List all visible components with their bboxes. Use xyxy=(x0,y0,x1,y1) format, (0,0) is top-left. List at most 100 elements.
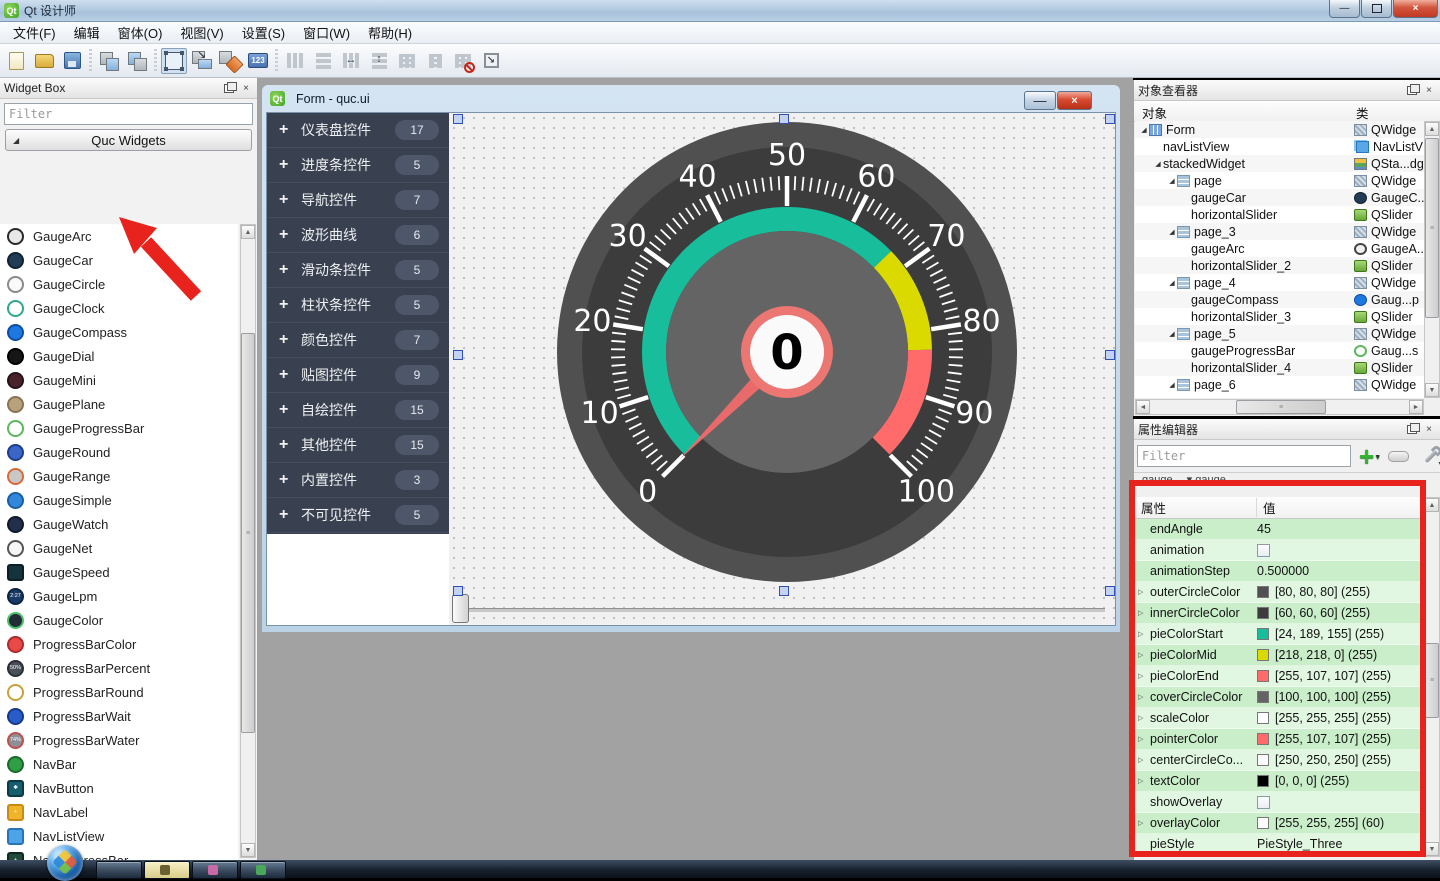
checkbox-unchecked[interactable] xyxy=(1257,544,1270,557)
taskbar-button-1[interactable] xyxy=(96,861,142,879)
property-row-pieColorEnd[interactable]: ▷pieColorEnd[255, 107, 107] (255) xyxy=(1135,666,1424,687)
expander-icon[interactable]: ▷ xyxy=(1135,819,1150,827)
tree-row-gaugecompass[interactable]: gaugeCompassGaug...p xyxy=(1135,291,1424,308)
selection-handle[interactable] xyxy=(1105,586,1115,596)
tree-row-page[interactable]: ◢pageQWidge xyxy=(1135,172,1424,189)
property-row-scaleColor[interactable]: ▷scaleColor[255, 255, 255] (255) xyxy=(1135,708,1424,729)
tree-row-horizontalslider_3[interactable]: horizontalSlider_3QSlider xyxy=(1135,308,1424,325)
expander-icon[interactable]: ◢ xyxy=(1153,160,1163,168)
taskbar-button-3[interactable] xyxy=(192,861,238,879)
selection-handle[interactable] xyxy=(453,114,463,124)
property-row-textColor[interactable]: ▷textColor[0, 0, 0] (255) xyxy=(1135,771,1424,792)
tree-row-gaugearc[interactable]: gaugeArcGaugeA... xyxy=(1135,240,1424,257)
menu-item-o[interactable]: 窗体(O) xyxy=(109,23,172,43)
tree-row-gaugecar[interactable]: gaugeCarGaugeC... xyxy=(1135,189,1424,206)
nav-category-5[interactable]: +滑动条控件5 xyxy=(267,253,449,288)
widget-item-gaugeprogressbar[interactable]: GaugeProgressBar xyxy=(0,416,238,440)
property-row-endAngle[interactable]: endAngle45 xyxy=(1135,519,1424,540)
nav-category-6[interactable]: +波形曲线6 xyxy=(267,218,449,253)
tree-row-stackedwidget[interactable]: ◢stackedWidgetQSta...dg xyxy=(1135,155,1424,172)
expander-icon[interactable]: ▷ xyxy=(1135,651,1150,659)
form-title-bar[interactable]: Qt Form - quc.ui xyxy=(262,85,1120,112)
property-row-pieColorMid[interactable]: ▷pieColorMid[218, 218, 0] (255) xyxy=(1135,645,1424,666)
menu-item-f[interactable]: 文件(F) xyxy=(4,23,65,43)
nav-category-7[interactable]: +颜色控件7 xyxy=(267,323,449,358)
checkbox-unchecked[interactable] xyxy=(1257,796,1270,809)
property-row-innerCircleColor[interactable]: ▷innerCircleColor[60, 60, 60] (255) xyxy=(1135,603,1424,624)
expander-icon[interactable]: ◢ xyxy=(1167,381,1177,389)
property-row-showOverlay[interactable]: showOverlay xyxy=(1135,792,1424,813)
widget-item-gaugemini[interactable]: GaugeMini xyxy=(0,368,238,392)
tree-row-horizontalslider[interactable]: horizontalSliderQSlider xyxy=(1135,206,1424,223)
expander-icon[interactable]: ◢ xyxy=(1167,228,1177,236)
widget-item-progressbarwait[interactable]: ProgressBarWait xyxy=(0,704,238,728)
widget-item-gaugeclock[interactable]: GaugeClock xyxy=(0,296,238,320)
widget-item-navbar[interactable]: NavBar xyxy=(0,752,238,776)
widget-item-gaugecircle[interactable]: GaugeCircle xyxy=(0,272,238,296)
edit-widgets-icon[interactable] xyxy=(161,48,187,74)
menu-item-w[interactable]: 窗口(W) xyxy=(294,23,359,43)
tree-row-horizontalslider_2[interactable]: horizontalSlider_2QSlider xyxy=(1135,257,1424,274)
property-row-pointerColor[interactable]: ▷pointerColor[255, 107, 107] (255) xyxy=(1135,729,1424,750)
expander-icon[interactable]: ◢ xyxy=(1167,330,1177,338)
nav-category-15[interactable]: +自绘控件15 xyxy=(267,393,449,428)
expander-icon[interactable]: ▷ xyxy=(1135,672,1150,680)
object-inspector-header[interactable]: 对象 类 xyxy=(1134,101,1440,122)
lower-widget-icon[interactable] xyxy=(124,48,150,74)
selection-handle[interactable] xyxy=(453,350,463,360)
nav-category-7[interactable]: +导航控件7 xyxy=(267,183,449,218)
layout-vertical-icon[interactable] xyxy=(310,48,336,74)
property-editor-close-button[interactable]: × xyxy=(1422,423,1436,436)
layout-splitter-vertical-icon[interactable]: ↕ xyxy=(366,48,392,74)
tree-row-form[interactable]: ◢FormQWidge xyxy=(1135,121,1424,138)
expander-icon[interactable]: ◢ xyxy=(1139,126,1149,134)
break-layout-icon[interactable] xyxy=(450,48,476,74)
widget-item-gaugecar[interactable]: GaugeCar xyxy=(0,248,238,272)
add-dynamic-property-button[interactable]: +▼ xyxy=(1359,446,1374,466)
expander-icon[interactable]: ▷ xyxy=(1135,630,1150,638)
expander-icon[interactable]: ▷ xyxy=(1135,777,1150,785)
taskbar-button-2[interactable] xyxy=(144,861,190,879)
object-tree-hscrollbar[interactable]: ◄ ≡ ► xyxy=(1135,399,1424,415)
start-button[interactable] xyxy=(47,845,83,881)
nav-category-9[interactable]: +贴图控件9 xyxy=(267,358,449,393)
widget-item-gaugedial[interactable]: GaugeDial xyxy=(0,344,238,368)
property-row-overlayColor[interactable]: ▷overlayColor[255, 255, 255] (60) xyxy=(1135,813,1424,834)
menu-item-s[interactable]: 设置(S) xyxy=(233,23,294,43)
layout-form-icon[interactable] xyxy=(422,48,448,74)
expander-icon[interactable]: ◢ xyxy=(1167,177,1177,185)
expander-icon[interactable]: ▷ xyxy=(1135,693,1150,701)
widget-item-navprogressbar[interactable]: +NavProgressBar xyxy=(0,848,238,860)
property-row-animationStep[interactable]: animationStep0.500000 xyxy=(1135,561,1424,582)
widget-item-gaugesimple[interactable]: GaugeSimple xyxy=(0,488,238,512)
minimize-button[interactable]: — xyxy=(1329,0,1360,18)
property-filter-input[interactable] xyxy=(1138,449,1350,463)
tree-row-page_3[interactable]: ◢page_3QWidge xyxy=(1135,223,1424,240)
tree-row-gaugeprogressbar[interactable]: gaugeProgressBarGaug...s xyxy=(1135,342,1424,359)
property-row-animation[interactable]: animation xyxy=(1135,540,1424,561)
nav-category-5[interactable]: +进度条控件5 xyxy=(267,148,449,183)
property-editor-float-button[interactable] xyxy=(1405,423,1419,436)
property-row-pieColorStart[interactable]: ▷pieColorStart[24, 189, 155] (255) xyxy=(1135,624,1424,645)
expander-icon[interactable]: ▷ xyxy=(1135,609,1150,617)
save-form-icon[interactable] xyxy=(59,48,85,74)
selection-handle[interactable] xyxy=(1105,114,1115,124)
edit-tab-order-icon[interactable]: 123 xyxy=(245,48,271,74)
selection-handle[interactable] xyxy=(453,586,463,596)
remove-dynamic-property-button[interactable] xyxy=(1388,451,1408,462)
nav-category-15[interactable]: +其他控件15 xyxy=(267,428,449,463)
tree-row-page_6[interactable]: ◢page_6QWidge xyxy=(1135,376,1424,393)
menu-item-v[interactable]: 视图(V) xyxy=(171,23,232,43)
adjust-size-icon[interactable]: ↘ xyxy=(478,48,504,74)
widget-item-gaugecolor[interactable]: GaugeColor xyxy=(0,608,238,632)
widget-item-progressbarpercent[interactable]: 50%ProgressBarPercent xyxy=(0,656,238,680)
property-row-coverCircleColor[interactable]: ▷coverCircleColor[100, 100, 100] (255) xyxy=(1135,687,1424,708)
layout-splitter-horizontal-icon[interactable]: ↔ xyxy=(338,48,364,74)
menu-item-[interactable]: 编辑 xyxy=(65,23,109,43)
gauge-arc-widget[interactable]: 01020304050607080901000 xyxy=(554,119,1020,585)
widget-box-close-button[interactable]: × xyxy=(239,82,253,95)
widget-item-gaugecompass[interactable]: GaugeCompass xyxy=(0,320,238,344)
expander-icon[interactable]: ◢ xyxy=(1167,279,1177,287)
form-close-button[interactable]: × xyxy=(1057,91,1092,110)
object-inspector-float-button[interactable] xyxy=(1405,84,1419,97)
